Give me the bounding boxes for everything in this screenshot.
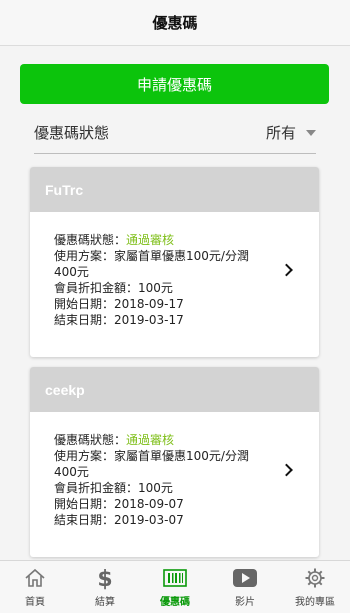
coupon-status-row: 優惠碼狀態：通過審核	[54, 232, 269, 248]
coupon-status-value: 通過審核	[126, 233, 175, 247]
coupon-status-row: 優惠碼狀態：通過審核	[54, 432, 269, 448]
tab-label: 結算	[95, 597, 115, 608]
coupon-code: FuTrc	[30, 167, 319, 212]
filter-label: 優惠碼狀態	[34, 124, 110, 142]
chevron-right-icon[interactable]	[280, 463, 293, 477]
tab-label: 我的專區	[295, 597, 335, 608]
chevron-right-icon[interactable]	[280, 263, 293, 277]
bottom-tab-bar: 首頁 $ 結算 優惠碼 影片 我的專區	[0, 560, 350, 613]
coupon-end-date: 結束日期：2019-03-07	[54, 513, 184, 527]
dropdown-caret-icon	[306, 129, 316, 136]
play-icon	[232, 566, 258, 590]
tab-video[interactable]: 影片	[210, 561, 280, 613]
coupon-discount: 會員折扣金額：100元	[54, 481, 173, 495]
filter-selected-value: 所有	[265, 124, 296, 142]
coupon-status-label: 優惠碼狀態：	[54, 433, 127, 447]
coupon-plan: 使用方案：家屬首單優惠100元/分潤	[54, 449, 249, 463]
page-title: 優惠碼	[152, 14, 198, 32]
status-filter-select[interactable]: 所有	[266, 122, 316, 143]
barcode-icon	[163, 566, 187, 590]
app-header: 優惠碼	[0, 0, 350, 46]
coupon-plan: 使用方案：家屬首單優惠100元/分潤	[54, 249, 249, 263]
svg-text:$: $	[97, 567, 112, 590]
coupon-plan-continued: 400元	[54, 265, 89, 279]
coupon-start-date: 開始日期：2018-09-17	[54, 297, 184, 311]
tab-label: 影片	[235, 597, 255, 608]
tab-label: 首頁	[25, 597, 45, 608]
gear-icon	[304, 566, 326, 590]
coupon-discount: 會員折扣金額：100元	[54, 281, 173, 295]
coupon-status-value: 通過審核	[126, 433, 175, 447]
home-icon	[24, 566, 46, 590]
tab-coupon[interactable]: 優惠碼	[140, 561, 210, 613]
tab-settlement[interactable]: $ 結算	[70, 561, 140, 613]
coupon-card[interactable]: FuTrc 優惠碼狀態：通過審核 使用方案：家屬首單優惠100元/分潤 400元…	[30, 167, 319, 357]
tab-home[interactable]: 首頁	[0, 561, 70, 613]
coupon-card[interactable]: ceekp 優惠碼狀態：通過審核 使用方案：家屬首單優惠100元/分潤 400元…	[30, 367, 319, 557]
coupon-code: ceekp	[30, 367, 319, 412]
coupon-status-label: 優惠碼狀態：	[54, 233, 127, 247]
dollar-icon: $	[94, 566, 116, 590]
coupon-details: 優惠碼狀態：通過審核 使用方案：家屬首單優惠100元/分潤 400元 會員折扣金…	[30, 212, 319, 328]
coupon-details: 優惠碼狀態：通過審核 使用方案：家屬首單優惠100元/分潤 400元 會員折扣金…	[30, 412, 319, 528]
coupon-start-date: 開始日期：2018-09-07	[54, 497, 184, 511]
status-filter-row: 優惠碼狀態 所有	[34, 112, 316, 154]
coupon-end-date: 結束日期：2019-03-17	[54, 313, 184, 327]
apply-coupon-button[interactable]: 申請優惠碼	[20, 64, 329, 104]
tab-my-area[interactable]: 我的專區	[280, 561, 350, 613]
tab-label: 優惠碼	[160, 597, 190, 608]
coupon-plan-continued: 400元	[54, 465, 89, 479]
